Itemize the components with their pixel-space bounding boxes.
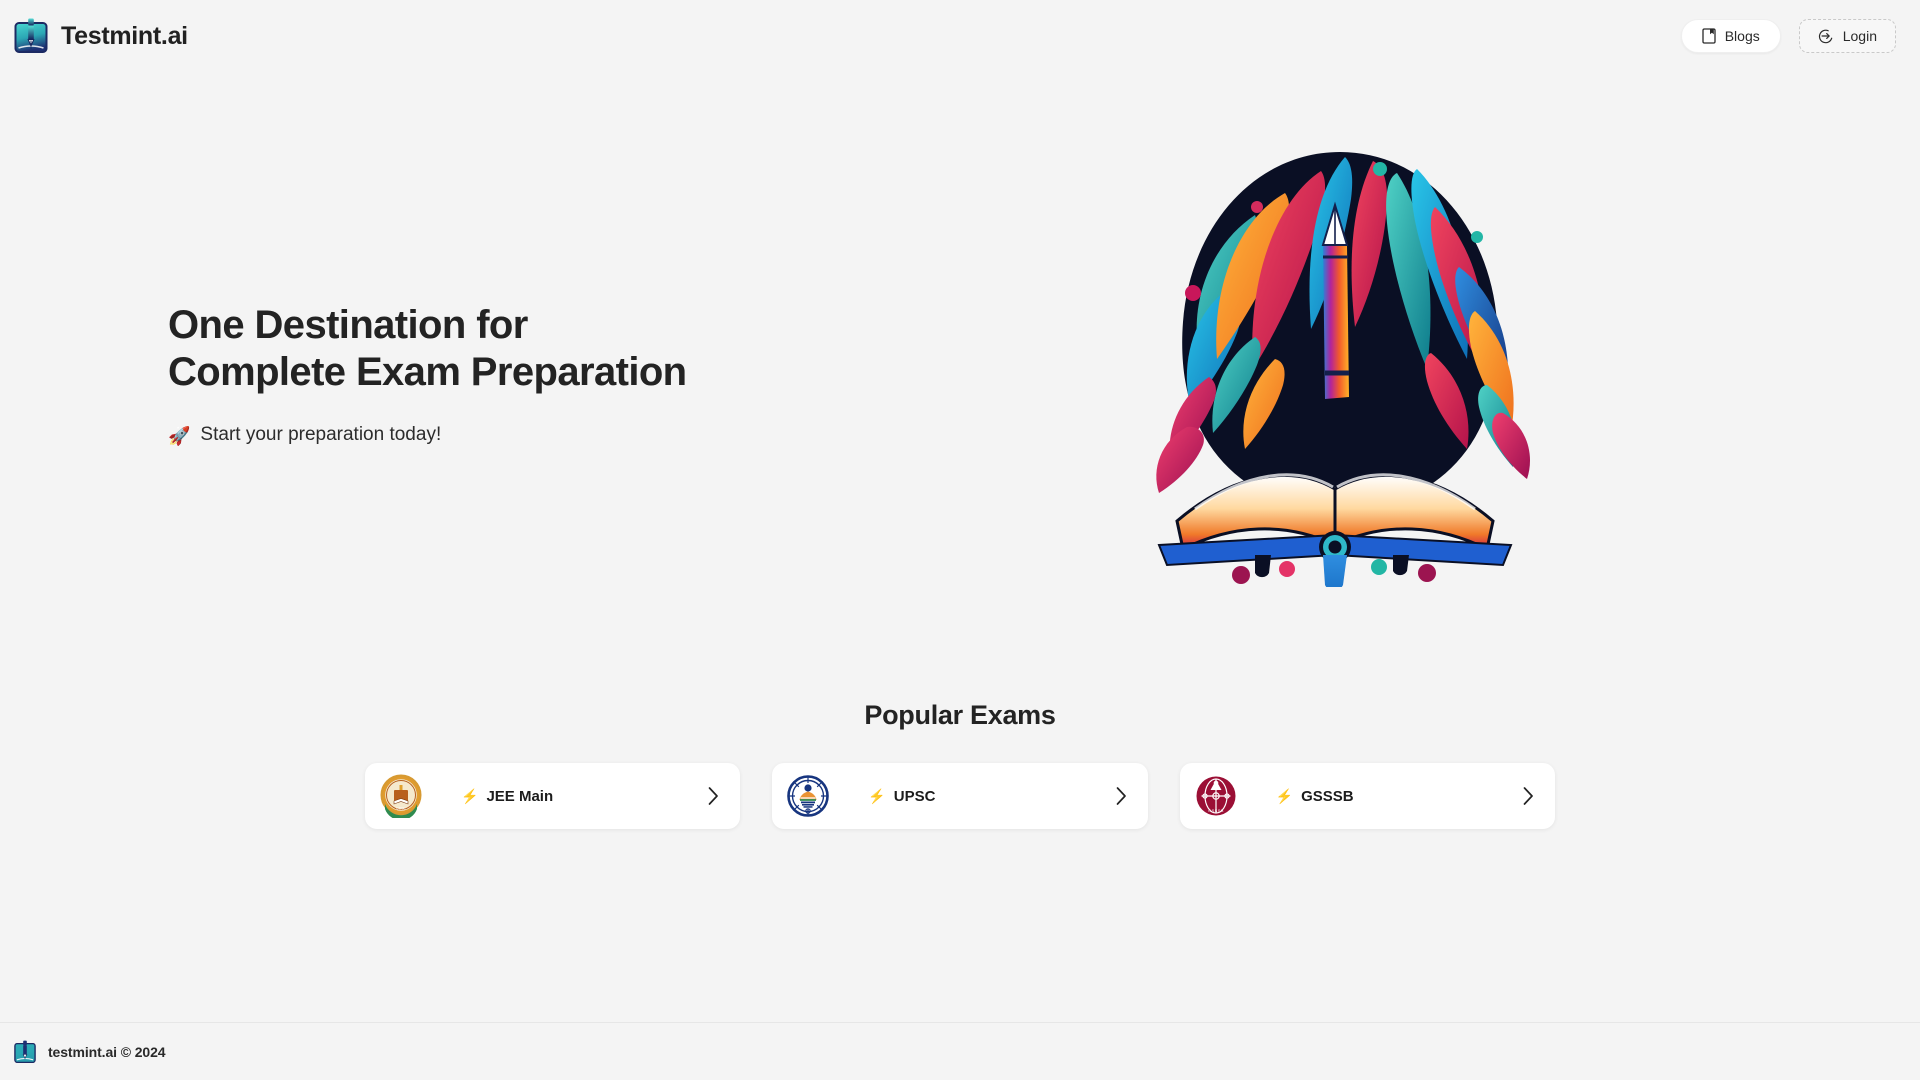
footer-copyright: testmint.ai © 2024 <box>48 1043 166 1060</box>
svg-text:GSSSB: GSSSB <box>1208 808 1224 813</box>
exam-name: UPSC <box>893 787 936 805</box>
exam-card-label: ⚡ UPSC <box>868 788 935 805</box>
exam-card-jee-main[interactable]: CBSE ⚡ JEE Main <box>365 763 741 829</box>
login-button[interactable]: Login <box>1798 19 1896 53</box>
exam-card-upsc[interactable]: ⚡ UPSC <box>772 763 1148 829</box>
blogs-button-label: Blogs <box>1724 28 1760 44</box>
hero-subtitle: 🚀 Start your preparation today! <box>168 422 868 449</box>
bolt-icon: ⚡ <box>461 788 479 804</box>
chevron-right-icon[interactable] <box>707 786 720 806</box>
open-book-pencil-colorful-splash-illustration <box>1135 97 1545 587</box>
exam-card-label: ⚡ GSSSB <box>1276 788 1354 805</box>
hero-title-line-2: Complete Exam Preparation <box>168 350 687 395</box>
popular-exams-section: Popular Exams CBSE ⚡ JEE Main ⚡ UPSC GSS… <box>0 700 1920 829</box>
chevron-right-icon[interactable] <box>1115 786 1128 806</box>
login-arrow-circle-icon <box>1818 28 1834 44</box>
hero-title-line-1: One Destination for <box>168 303 528 347</box>
exam-card-list: CBSE ⚡ JEE Main ⚡ UPSC GSSSB ⚡ GSSSB <box>365 763 1555 829</box>
site-footer: testmint.ai © 2024 <box>0 1022 1920 1080</box>
upsc-emblem-icon <box>786 774 830 818</box>
popular-exams-heading: Popular Exams <box>864 700 1056 730</box>
rocket-icon: 🚀 <box>168 425 191 446</box>
gsssb-emblem-icon: GSSSB <box>1194 774 1238 818</box>
book-pen-icon <box>14 1040 36 1064</box>
chevron-right-icon[interactable] <box>1522 786 1535 806</box>
site-header: Testmint.ai Blogs Login <box>0 0 1920 72</box>
login-button-label: Login <box>1842 28 1877 44</box>
footer-brand: testmint.ai © 2024 <box>14 1040 166 1064</box>
cbse-emblem-icon: CBSE <box>379 774 423 818</box>
brand-logo-link[interactable]: Testmint.ai <box>14 18 188 54</box>
hero-section: One Destination for Complete Exam Prepar… <box>0 72 1920 672</box>
bolt-icon: ⚡ <box>868 788 886 804</box>
exam-card-label: ⚡ JEE Main <box>461 788 553 805</box>
blogs-button[interactable]: Blogs <box>1680 19 1781 53</box>
hero-copy: One Destination for Complete Exam Prepar… <box>168 302 868 449</box>
brand-name: Testmint.ai <box>61 21 188 50</box>
page-title: One Destination for Complete Exam Prepar… <box>168 302 868 396</box>
exam-card-gsssb[interactable]: GSSSB ⚡ GSSSB <box>1179 763 1555 829</box>
hero-subtitle-text: Start your preparation today! <box>200 424 442 446</box>
book-pen-icon <box>14 18 48 54</box>
exam-name: GSSSB <box>1301 787 1354 805</box>
bolt-icon: ⚡ <box>1275 788 1294 804</box>
header-actions: Blogs Login <box>1680 19 1896 53</box>
exam-name: JEE Main <box>486 787 554 805</box>
document-bookmark-icon <box>1702 28 1716 44</box>
svg-text:CBSE: CBSE <box>396 806 406 810</box>
